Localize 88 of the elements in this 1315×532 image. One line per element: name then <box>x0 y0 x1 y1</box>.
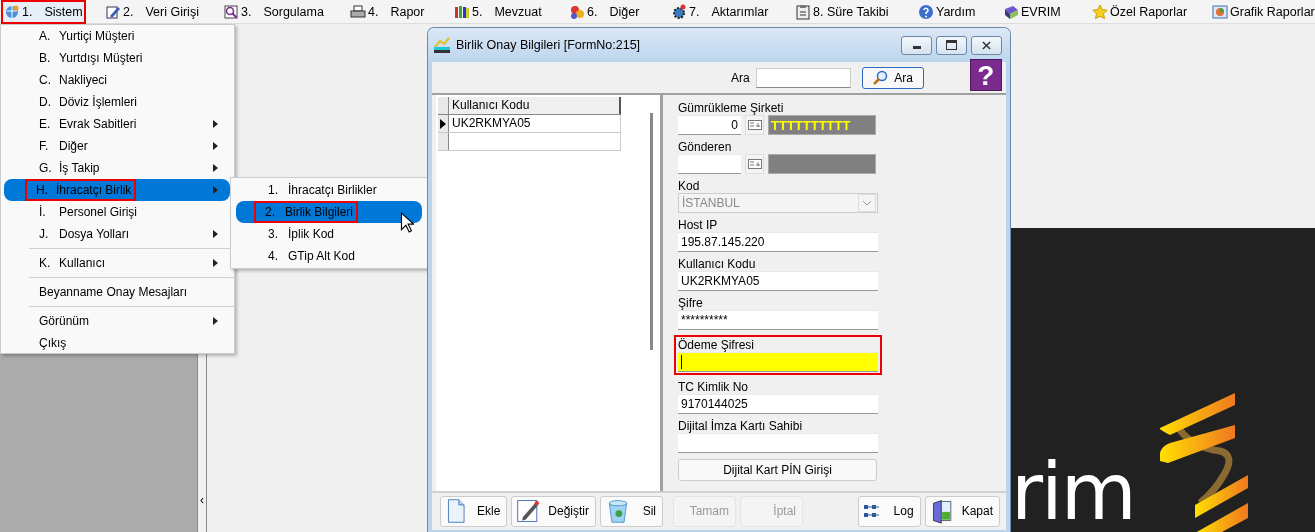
maximize-button[interactable] <box>936 35 967 55</box>
menu-bar-item[interactable]: Özel Raporlar <box>1090 1 1190 23</box>
menu-item[interactable]: H. İhracatçı Birlik <box>4 179 230 201</box>
star-icon <box>1092 4 1108 20</box>
menu-item[interactable]: D. Döviz İşlemleri <box>4 91 230 113</box>
clipboard-icon <box>795 4 811 20</box>
gems-icon <box>569 4 585 20</box>
menu-bar-item[interactable]: 2. Veri Girişi <box>103 1 201 23</box>
input-field[interactable] <box>678 352 878 372</box>
lookup-button[interactable] <box>745 154 764 174</box>
menu-bar-item[interactable]: 6. Diğer <box>567 1 642 23</box>
search-icon <box>223 4 239 20</box>
book-icon <box>1003 4 1019 20</box>
row-selector[interactable] <box>438 115 449 132</box>
input-field[interactable]: UK2RKMYA05 <box>678 271 878 291</box>
menu-bar-item[interactable]: Grafik Raporlar <box>1210 1 1315 23</box>
close-button[interactable] <box>971 35 1002 55</box>
menu-item[interactable]: K. Kullanıcı <box>4 252 230 274</box>
menu-bar-item[interactable]: Yardım <box>916 1 978 23</box>
field-label: Dijital İmza Kartı Sahibi <box>678 419 804 433</box>
menu-item[interactable]: C. Nakliyeci <box>4 69 230 91</box>
row-indicator-icon <box>440 118 446 129</box>
toolbar-button[interactable]: Ekle <box>440 495 508 527</box>
search-label: Ara <box>731 70 750 85</box>
input-field[interactable]: 9170144025 <box>678 394 878 414</box>
help-button[interactable]: ? <box>969 58 1002 91</box>
menu-item[interactable]: Görünüm <box>4 310 230 332</box>
search-icon <box>872 69 889 86</box>
menu-item[interactable]: 1. İhracatçı Birlikler <box>236 179 422 201</box>
menu-item[interactable]: A. Yurtiçi Müşteri <box>4 25 230 47</box>
scrollbar[interactable] <box>650 113 653 350</box>
menu-item[interactable]: E. Evrak Sabitleri <box>4 113 230 135</box>
menu-item[interactable]: B. Yurtdışı Müşteri <box>4 47 230 69</box>
input-field[interactable] <box>678 154 741 174</box>
column-header: Kullanıcı Kodu <box>449 97 621 114</box>
field-label: TC Kimlik No <box>678 380 749 394</box>
cursor-icon <box>400 212 414 233</box>
menu-item[interactable]: 4. GTip Alt Kod <box>236 245 422 267</box>
pin-entry-button[interactable]: Dijital Kart PİN Girişi <box>678 459 877 481</box>
search-button[interactable]: Ara <box>861 66 924 89</box>
field-label: Şifre <box>678 296 704 310</box>
app-icon <box>434 37 450 53</box>
field-label: Gönderen <box>678 140 733 154</box>
help-icon <box>918 4 934 20</box>
window-title: Birlik Onay Bilgileri [FormNo:215] <box>456 38 641 52</box>
field-label: Kullanıcı Kodu <box>678 257 757 271</box>
menu-bar-item[interactable]: 1. Sistem <box>2 1 85 23</box>
input-field[interactable]: 195.87.145.220 <box>678 232 878 252</box>
chart-icon <box>1212 4 1228 20</box>
menu-item[interactable]: İ. Personel Girişi <box>4 201 230 223</box>
toolbar-button[interactable]: Log <box>857 495 921 527</box>
menu-item[interactable]: G. İş Takip <box>4 157 230 179</box>
input-field[interactable]: 0 <box>678 115 741 135</box>
menu-item[interactable]: F. Diğer <box>4 135 230 157</box>
menu-bar-item[interactable]: 4. Rapor <box>348 1 427 23</box>
menu-item[interactable]: 3. İplik Kod <box>236 223 422 245</box>
description-field: TTTTTTTTTT <box>768 115 876 135</box>
menu-item[interactable]: J. Dosya Yolları <box>4 223 230 245</box>
close-icon <box>982 40 991 50</box>
menu-bar-item[interactable]: 5. Mevzuat <box>452 1 544 23</box>
toolbar-button[interactable]: Değiştir <box>511 495 597 527</box>
printer-icon <box>350 4 366 20</box>
globe-icon <box>4 4 20 20</box>
menu-item[interactable]: Beyanname Onay Mesajları <box>4 281 230 303</box>
minimize-button[interactable] <box>901 35 932 55</box>
pencil-icon <box>105 4 121 20</box>
menu-bar-item[interactable]: 8. Süre Takibi <box>793 1 891 23</box>
toolbar-button[interactable]: Kapat <box>924 495 1000 527</box>
books-icon <box>454 4 470 20</box>
lookup-button[interactable] <box>745 115 764 135</box>
field-label: Host IP <box>678 218 719 232</box>
field-label: Gümrükleme Şirketi <box>678 101 785 115</box>
menu-bar-item[interactable]: 7. Aktarımlar <box>669 1 771 23</box>
collapse-toggle[interactable]: ‹ <box>200 494 204 506</box>
input-field[interactable] <box>678 433 878 453</box>
search-field[interactable] <box>755 67 851 88</box>
menu-bar-item[interactable]: EVRIM <box>1001 1 1063 23</box>
grid-icon <box>862 504 881 518</box>
toolbar-button[interactable]: Sil <box>600 495 664 527</box>
chevron-down-icon <box>862 200 872 206</box>
gear-icon <box>671 4 687 20</box>
field-label: Kod <box>678 179 701 193</box>
field-label: Ödeme Şifresi <box>678 338 756 352</box>
menu-item[interactable]: 2. Birlik Bilgileri <box>236 201 422 223</box>
input-field[interactable]: ********** <box>678 310 878 330</box>
menu-item[interactable]: Çıkış <box>4 332 230 354</box>
menu-bar-item[interactable]: 3. Sorgulama <box>221 1 326 23</box>
logo-text: rim <box>1011 453 1135 531</box>
